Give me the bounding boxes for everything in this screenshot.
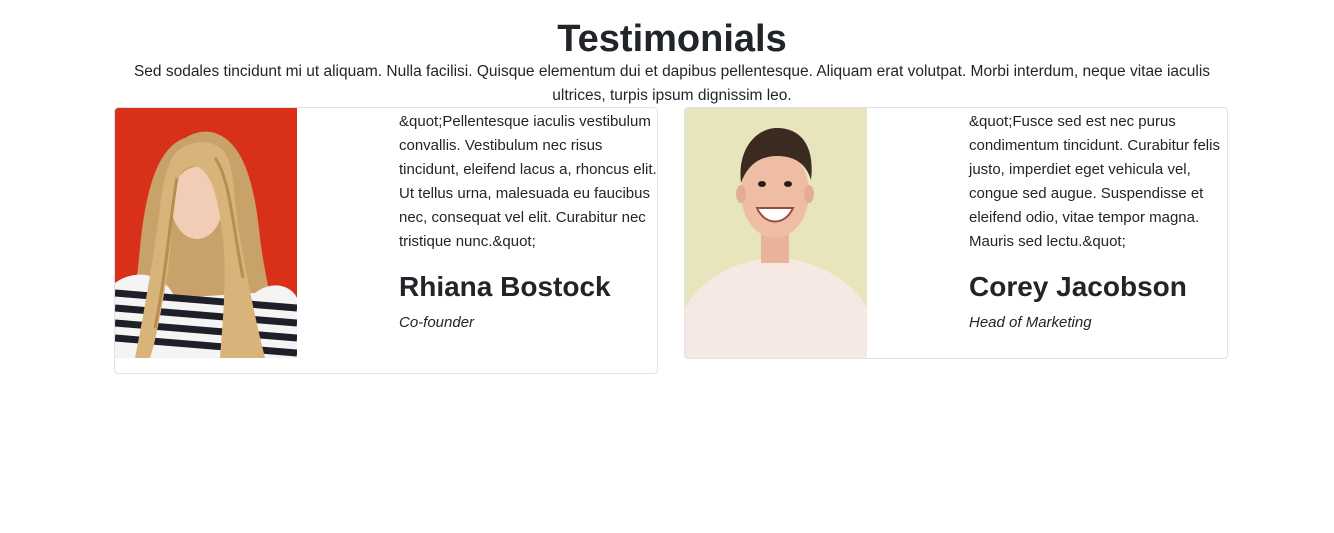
- testimonial-quote: &quot;Pellentesque iaculis vestibulum co…: [399, 113, 657, 250]
- testimonial-name: Corey Jacobson: [969, 271, 1187, 302]
- testimonial-role: Head of Marketing: [969, 314, 1092, 331]
- testimonial-role: Co-founder: [399, 314, 475, 331]
- testimonial-photo: [685, 108, 867, 358]
- testimonial-card: &quot;Pellentesque iaculis vestibulum co…: [114, 107, 658, 374]
- section-title: Testimonials: [557, 18, 787, 61]
- testimonial-name: Rhiana Bostock: [399, 271, 611, 302]
- section-lead: Sed sodales tincidunt mi ut aliquam. Nul…: [133, 62, 1211, 104]
- testimonial-card: &quot;Fusce sed est nec purus condimentu…: [684, 107, 1228, 359]
- testimonial-quote: &quot;Fusce sed est nec purus condimentu…: [969, 113, 1220, 250]
- testimonial-body: &quot;Fusce sed est nec purus condimentu…: [969, 110, 1227, 334]
- testimonial-photo: [115, 108, 297, 358]
- testimonial-body: &quot;Pellentesque iaculis vestibulum co…: [399, 110, 657, 334]
